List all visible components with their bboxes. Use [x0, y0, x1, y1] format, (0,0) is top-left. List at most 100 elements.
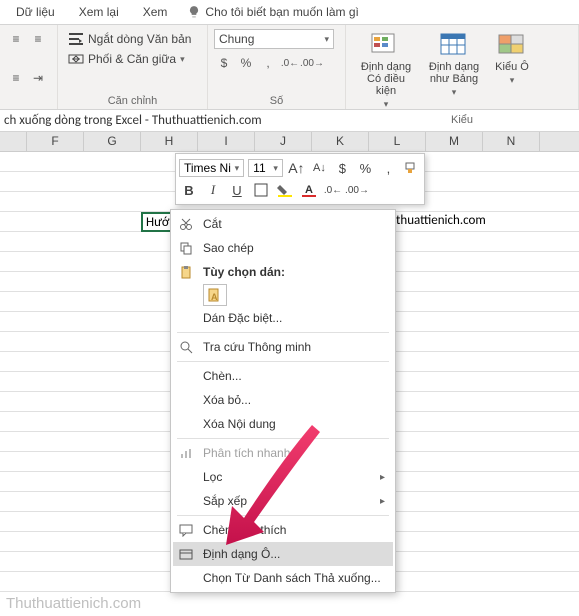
chevron-down-icon: ▾ [180, 54, 185, 65]
number-format-value: Chung [219, 32, 254, 46]
comma-button[interactable]: , [258, 53, 278, 73]
separator [177, 438, 389, 439]
cond-format-icon [370, 31, 402, 59]
col-h[interactable]: J [255, 132, 312, 151]
wrap-text-label: Ngắt dòng Văn bản [88, 32, 191, 46]
merge-center-button[interactable]: Phối & Căn giữa ▾ [64, 49, 201, 69]
number-group-label: Số [214, 93, 339, 107]
search-icon [177, 338, 195, 356]
accounting-button[interactable]: $ [214, 53, 234, 73]
formula-bar-text: ch xuống dòng trong Excel - Thuthuattien… [4, 113, 262, 128]
mini-font-select[interactable]: Times Ni▾ [179, 159, 244, 177]
cell-styles-button[interactable]: Kiểu Ô ▾ [488, 29, 536, 112]
cell-styles-label: Kiểu Ô [495, 61, 529, 73]
scissors-icon [177, 215, 195, 233]
menu-quick-analysis: Phân tích nhanh [173, 441, 393, 465]
merge-icon [68, 51, 84, 67]
indent-icon[interactable]: ⇥ [28, 68, 48, 88]
menu-delete[interactable]: Xóa bỏ... [173, 388, 393, 412]
fill-color-button[interactable] [275, 180, 295, 200]
group-styles: Định dạng Có điều kiện ▾ Định dạng như B… [346, 25, 579, 109]
col-h[interactable]: K [312, 132, 369, 151]
wrap-text-icon [68, 31, 84, 47]
mini-size-select[interactable]: 11▾ [248, 159, 283, 177]
menu-insert-comment[interactable]: Chèn Chú thích [173, 518, 393, 542]
chevron-down-icon: ▾ [510, 75, 515, 86]
align-middle-icon[interactable]: ≡ [28, 29, 48, 49]
menu-filter[interactable]: Lọc ▸ [173, 465, 393, 489]
group-number: Chung ▾ $ % , .0← .00→ Số [208, 25, 346, 109]
number-format-select[interactable]: Chung ▾ [214, 29, 334, 49]
menu-smart-lookup[interactable]: Tra cứu Thông minh [173, 335, 393, 359]
tell-me-label: Cho tôi biết bạn muốn làm gì [205, 5, 358, 19]
percent-icon[interactable]: % [356, 158, 375, 178]
tab-data[interactable]: Dữ liệu [4, 5, 67, 19]
table-icon [438, 31, 470, 59]
increase-decimal-button[interactable]: .0← [280, 53, 300, 73]
group-alignment: Ngắt dòng Văn bản Phối & Căn giữa ▾ Căn … [58, 25, 208, 109]
svg-text:A: A [211, 292, 218, 302]
border-button[interactable] [251, 180, 271, 200]
align-top-icon[interactable]: ≡ [6, 29, 26, 49]
merge-label: Phối & Căn giữa [88, 52, 176, 66]
paste-default-icon: A [207, 287, 223, 303]
tab-review[interactable]: Xem lại [67, 5, 131, 19]
percent-button[interactable]: % [236, 53, 256, 73]
col-h[interactable]: M [426, 132, 483, 151]
menu-copy[interactable]: Sao chép [173, 236, 393, 260]
decrease-decimal-icon[interactable]: .0← [323, 180, 343, 200]
col-h[interactable]: H [141, 132, 198, 151]
menu-cut[interactable]: Cắt [173, 212, 393, 236]
watermark: Thuthuattienich.com [6, 595, 141, 612]
format-as-table-button[interactable]: Định dạng như Bảng ▾ [420, 29, 488, 112]
conditional-format-button[interactable]: Định dạng Có điều kiện ▾ [352, 29, 420, 112]
underline-button[interactable]: U [227, 180, 247, 200]
col-h[interactable]: F [27, 132, 84, 151]
align-left-icon[interactable]: ≡ [6, 68, 26, 88]
menu-clear[interactable]: Xóa Nội dung [173, 412, 393, 436]
cell-styles-icon [496, 31, 528, 59]
mini-toolbar: Times Ni▾ 11▾ A↑ A↓ $ % , B I U A .0← .0… [175, 153, 425, 205]
col-h[interactable]: G [84, 132, 141, 151]
ribbon-tab-bar: Dữ liệu Xem lại Xem Cho tôi biết bạn muố… [0, 0, 579, 24]
svg-text:A: A [305, 184, 313, 196]
copy-icon [177, 239, 195, 257]
increase-font-icon[interactable]: A↑ [287, 158, 306, 178]
menu-sort[interactable]: Sắp xếp ▸ [173, 489, 393, 513]
col-h[interactable]: N [483, 132, 540, 151]
italic-button[interactable]: I [203, 180, 223, 200]
tell-me-box[interactable]: Cho tôi biết bạn muốn làm gì [187, 5, 358, 19]
paste-option-button[interactable]: A [203, 284, 227, 306]
increase-decimal-icon[interactable]: .00→ [347, 180, 367, 200]
quick-analysis-icon [177, 444, 195, 462]
currency-icon[interactable]: $ [333, 158, 352, 178]
submenu-arrow-icon: ▸ [380, 472, 385, 483]
font-color-button[interactable]: A [299, 180, 319, 200]
lightbulb-icon [187, 5, 201, 19]
cond-format-label: Định dạng Có điều kiện [356, 61, 416, 97]
separator [177, 515, 389, 516]
table-label: Định dạng như Bảng [424, 61, 484, 85]
separator [177, 361, 389, 362]
context-menu: Cắt Sao chép Tùy chọn dán: A Dán Đặc biệ… [170, 209, 396, 593]
chevron-down-icon: ▾ [452, 87, 457, 98]
col-h[interactable] [0, 132, 27, 151]
chevron-down-icon: ▾ [324, 34, 329, 45]
separator [177, 332, 389, 333]
decrease-font-icon[interactable]: A↓ [310, 158, 329, 178]
menu-insert[interactable]: Chèn... [173, 364, 393, 388]
wrap-text-button[interactable]: Ngắt dòng Văn bản [64, 29, 201, 49]
menu-dropdown-list[interactable]: Chọn Từ Danh sách Thả xuống... [173, 566, 393, 590]
col-h[interactable]: L [369, 132, 426, 151]
col-h[interactable]: I [198, 132, 255, 151]
comma-icon[interactable]: , [379, 158, 398, 178]
comment-icon [177, 521, 195, 539]
menu-paste-special[interactable]: Dán Đặc biệt... [173, 306, 393, 330]
bold-button[interactable]: B [179, 180, 199, 200]
format-painter-icon[interactable] [402, 158, 421, 178]
ribbon: ≡ ≡ ≡ ⇥ Ngắt dòng Văn bản Phối & Căn giữ… [0, 24, 579, 110]
styles-group-label: Kiểu [352, 112, 572, 126]
decrease-decimal-button[interactable]: .00→ [302, 53, 322, 73]
tab-view[interactable]: Xem [131, 5, 180, 19]
menu-format-cells[interactable]: Định dạng Ô... [173, 542, 393, 566]
